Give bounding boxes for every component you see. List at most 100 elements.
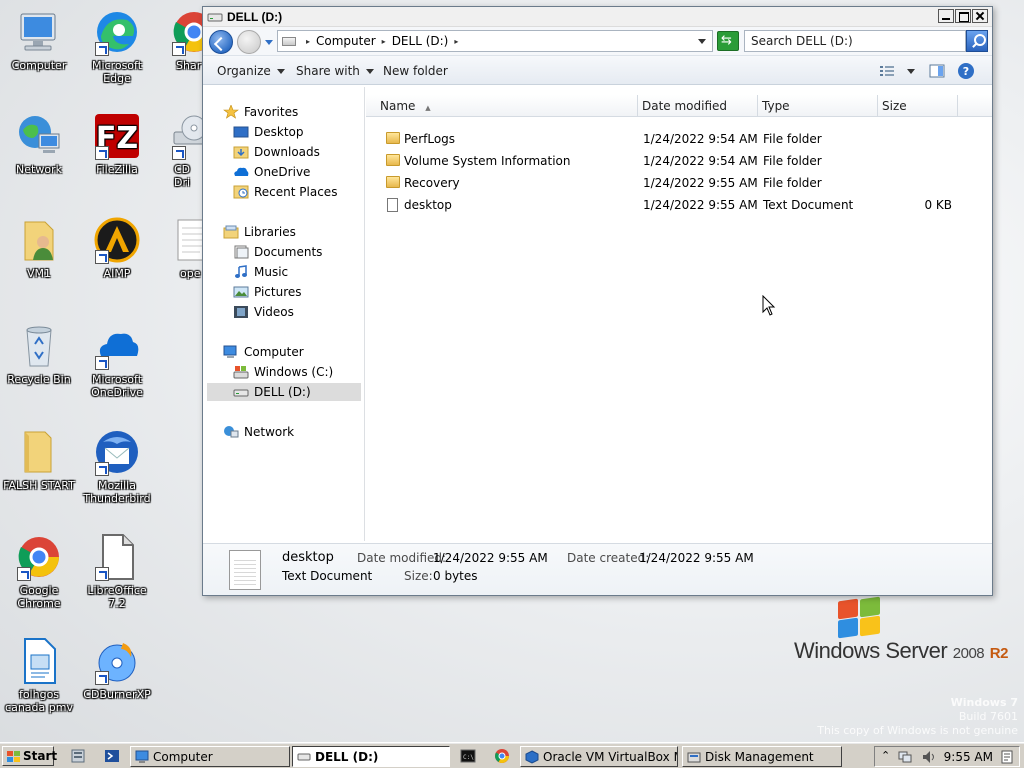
breadcrumb-dell-d[interactable]: DELL (D:) (392, 34, 449, 48)
desktop-icon-cdburnerxp[interactable]: CDBurnerXP (78, 637, 156, 701)
user-folder-icon (15, 216, 63, 264)
refresh-button[interactable] (717, 31, 739, 51)
share-with-button[interactable]: Share with (296, 64, 374, 78)
activation-watermark: Windows 7 Build 7601 This copy of Window… (817, 696, 1018, 738)
taskbar-button-computer[interactable]: Computer (130, 746, 290, 767)
nav-music[interactable]: Music (233, 263, 288, 281)
file-row[interactable]: Volume System Information 1/24/2022 9:54… (366, 151, 992, 173)
server-manager-icon[interactable] (70, 748, 86, 764)
file-date: 1/24/2022 9:54 AM (643, 154, 758, 168)
desktop-icon-libreoffice[interactable]: LibreOffice 7.2 (78, 533, 156, 610)
recent-pages-dropdown[interactable] (265, 40, 273, 45)
nav-pictures[interactable]: Pictures (233, 283, 302, 301)
new-folder-button[interactable]: New folder (383, 64, 448, 78)
minimize-button[interactable] (938, 9, 954, 23)
desktop-icon-cd-drive[interactable]: CD Dri (156, 112, 202, 189)
logo-version: 2008 (952, 645, 985, 662)
nav-computer[interactable]: Computer (223, 343, 304, 361)
desktop-icon-folhgos[interactable]: folhgos canada pmv (0, 637, 78, 714)
desktop-icon-aimp[interactable]: AIMP (78, 216, 156, 280)
title-bar[interactable]: DELL (D:) (203, 7, 992, 27)
desktop-icon-thunderbird[interactable]: Mozilla Thunderbird (78, 428, 156, 505)
desktop-icon-computer[interactable]: Computer (0, 8, 78, 72)
preview-pane-icon[interactable] (929, 64, 945, 78)
forward-button[interactable] (237, 30, 261, 54)
shortcut-arrow-icon (95, 462, 109, 476)
windows-flag-icon (7, 751, 20, 762)
start-button[interactable]: Start (2, 746, 57, 766)
desktop-icon-vm1[interactable]: VM1 (0, 216, 78, 280)
search-input[interactable]: Search DELL (D:) (744, 30, 966, 52)
organize-button[interactable]: Organize (217, 64, 285, 78)
network-icon (15, 112, 63, 160)
change-view-icon[interactable] (879, 64, 895, 78)
column-size[interactable]: Size (878, 95, 958, 117)
close-button[interactable] (972, 9, 988, 23)
desktop-icon-chrome[interactable]: Google Chrome (0, 533, 78, 610)
column-type[interactable]: Type (758, 95, 878, 117)
chevron-down-icon[interactable] (698, 38, 706, 44)
nav-dell-d[interactable]: DELL (D:) (207, 383, 361, 401)
desktop-icon-onedrive[interactable]: Microsoft OneDrive (78, 322, 156, 399)
clock[interactable]: 9:55 AM (944, 750, 993, 764)
desktop-icon-ope[interactable]: ope (156, 216, 202, 280)
nav-downloads[interactable]: Downloads (233, 143, 320, 161)
libraries-icon (223, 225, 239, 239)
desktop-icon-label: FileZilla (96, 163, 138, 176)
desktop-icon-share[interactable]: Shar (156, 8, 202, 72)
nav-videos[interactable]: Videos (233, 303, 294, 321)
chevron-right-icon[interactable]: ▸ (306, 37, 310, 46)
logo-brand: Windows Server (794, 638, 948, 663)
nav-favorites[interactable]: Favorites (223, 103, 298, 121)
taskbar-button-label: DELL (D:) (315, 750, 379, 764)
maximize-button[interactable] (955, 9, 971, 23)
computer-icon (223, 345, 237, 358)
watermark-line: This copy of Windows is not genuine (817, 724, 1018, 737)
folder-icon (15, 428, 63, 476)
file-row[interactable]: desktop 1/24/2022 9:55 AM Text Document … (366, 195, 992, 217)
address-bar[interactable]: ▸ Computer ▸ DELL (D:) ▸ (277, 30, 713, 52)
speaker-icon[interactable] (921, 749, 937, 765)
network-status-icon[interactable] (897, 749, 913, 765)
column-name[interactable]: Name ▲ (366, 95, 638, 117)
desktop-icon-network[interactable]: Network (0, 112, 78, 176)
nav-desktop[interactable]: Desktop (233, 123, 304, 141)
breadcrumb-computer[interactable]: Computer (316, 34, 376, 48)
taskbar-button-dell-d[interactable]: DELL (D:) (292, 746, 450, 767)
system-tray: ⌃ 9:55 AM (874, 746, 1020, 767)
taskbar-button-virtualbox[interactable]: Oracle VM VirtualBox Ma... (520, 746, 678, 767)
column-date-modified[interactable]: Date modified (638, 95, 758, 117)
details-modified-value: 1/24/2022 9:55 AM (433, 551, 548, 565)
taskbar-button-disk-management[interactable]: Disk Management (682, 746, 842, 767)
chevron-right-icon[interactable]: ▸ (454, 37, 458, 46)
taskbar: Start Computer DELL (D:) C:\ Oracle VM V… (0, 742, 1024, 768)
shortcut-arrow-icon (95, 146, 109, 160)
shortcut-arrow-icon (95, 567, 109, 581)
nav-label: Documents (254, 245, 323, 259)
desktop-icon-filezilla[interactable]: FZ FileZilla (78, 112, 156, 176)
nav-windows-c[interactable]: Windows (C:) (233, 363, 333, 381)
recent-places-icon (233, 185, 249, 199)
chevron-right-icon[interactable]: ▸ (382, 37, 386, 46)
taskbar-button-label: Computer (153, 750, 213, 764)
command-prompt-icon[interactable]: C:\ (460, 748, 476, 764)
desktop-icon-recycle-bin[interactable]: Recycle Bin (0, 322, 78, 386)
chevron-up-icon[interactable]: ⌃ (881, 749, 890, 762)
desktop-icon-falsh-start[interactable]: FALSH START (0, 428, 78, 492)
nav-network[interactable]: Network (223, 423, 294, 441)
chrome-icon[interactable] (494, 748, 510, 764)
nav-libraries[interactable]: Libraries (223, 223, 296, 241)
file-row[interactable]: Recovery 1/24/2022 9:55 AM File folder (366, 173, 992, 195)
nav-onedrive[interactable]: OneDrive (233, 163, 310, 181)
help-icon[interactable]: ? (957, 62, 975, 80)
back-button[interactable] (209, 30, 233, 54)
navigation-bar: ▸ Computer ▸ DELL (D:) ▸ Search DELL (D:… (203, 27, 992, 55)
chevron-down-icon[interactable] (907, 69, 915, 74)
nav-documents[interactable]: Documents (233, 243, 322, 261)
search-icon[interactable] (966, 30, 988, 52)
desktop-icon-edge[interactable]: Microsoft Edge (78, 8, 156, 85)
action-center-icon[interactable] (999, 749, 1015, 765)
powershell-icon[interactable] (104, 748, 120, 764)
nav-recent-places[interactable]: Recent Places (233, 183, 337, 201)
file-row[interactable]: PerfLogs 1/24/2022 9:54 AM File folder (366, 129, 992, 151)
